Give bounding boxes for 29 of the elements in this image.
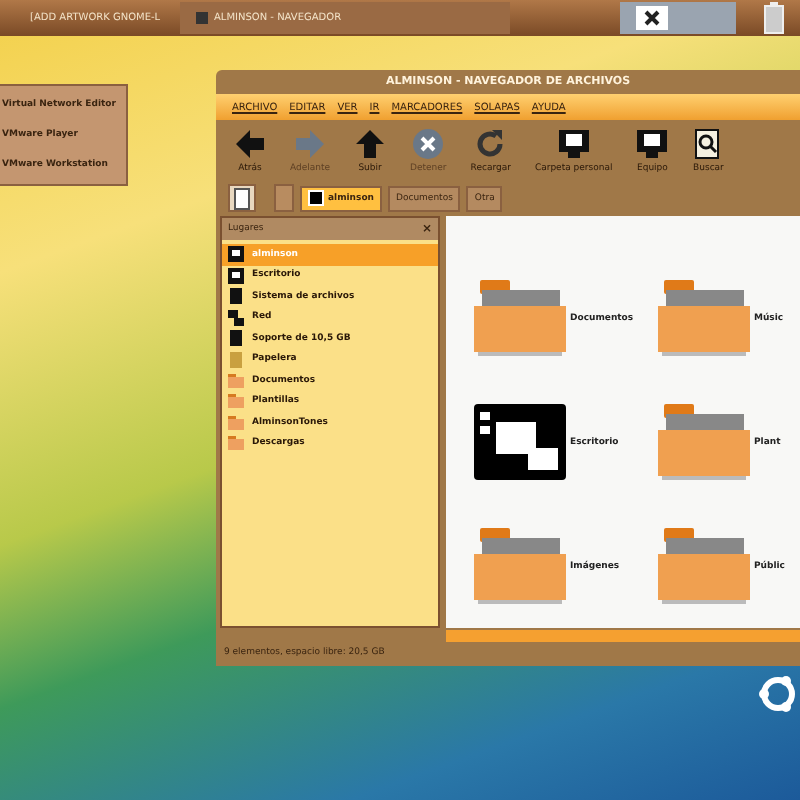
drive-icon <box>228 288 244 305</box>
trash-icon <box>228 351 244 368</box>
right-arrow-icon <box>294 127 327 159</box>
folder-icon[interactable] <box>658 528 750 604</box>
battery-icon[interactable] <box>764 2 784 34</box>
network-icon <box>228 309 244 326</box>
stop-icon <box>412 127 445 159</box>
monitor-icon <box>557 127 590 159</box>
folder-icon <box>228 415 244 430</box>
up-arrow-icon <box>354 127 387 159</box>
monitor-icon <box>636 127 669 159</box>
folder-icon[interactable] <box>658 404 750 480</box>
scroll-left-button[interactable] <box>274 184 294 212</box>
document-icon <box>234 187 250 209</box>
tray-icon[interactable] <box>636 6 668 30</box>
folder-icon <box>228 373 244 388</box>
folder-icon[interactable] <box>474 528 566 604</box>
circle-logo-icon <box>756 672 800 716</box>
drive-icon <box>228 330 244 347</box>
folder-icon[interactable] <box>658 280 750 356</box>
toggle-location-button[interactable] <box>228 184 256 212</box>
left-arrow-icon <box>234 127 266 159</box>
folder-icon <box>228 394 244 409</box>
folder-icon[interactable] <box>474 280 566 356</box>
search-icon <box>692 127 725 159</box>
folder-icon <box>228 436 244 451</box>
horizontal-scrollbar[interactable] <box>446 630 800 642</box>
reload-icon <box>474 127 507 159</box>
desktop-icon[interactable] <box>474 404 566 480</box>
